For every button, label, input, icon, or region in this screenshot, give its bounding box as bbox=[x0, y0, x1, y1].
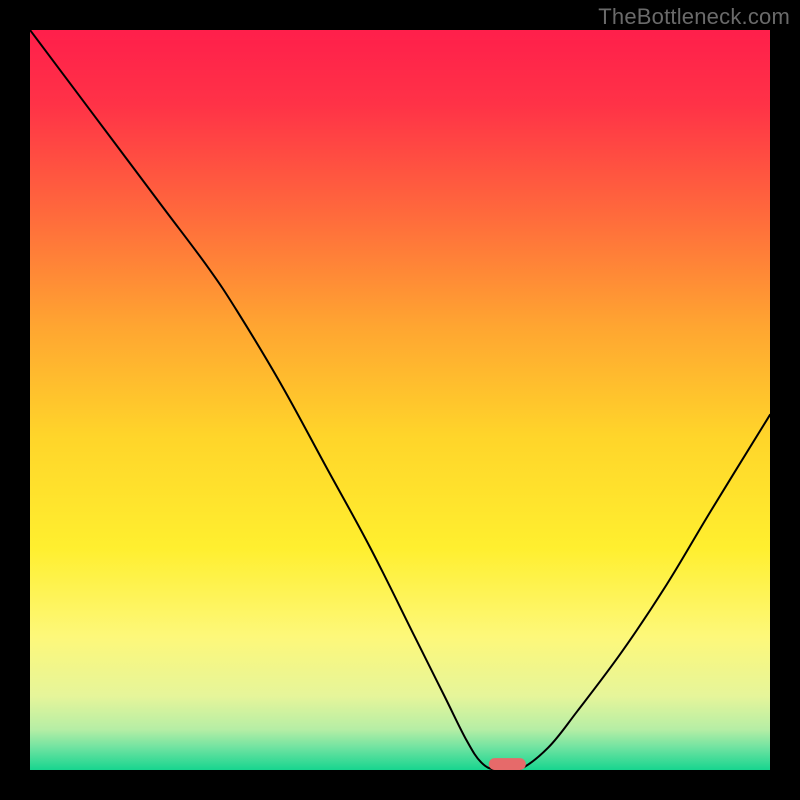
chart-svg bbox=[30, 30, 770, 770]
optimal-point bbox=[489, 758, 526, 770]
watermark-text: TheBottleneck.com bbox=[598, 4, 790, 30]
gradient-background bbox=[30, 30, 770, 770]
plot-area bbox=[30, 30, 770, 770]
chart-frame: TheBottleneck.com bbox=[0, 0, 800, 800]
